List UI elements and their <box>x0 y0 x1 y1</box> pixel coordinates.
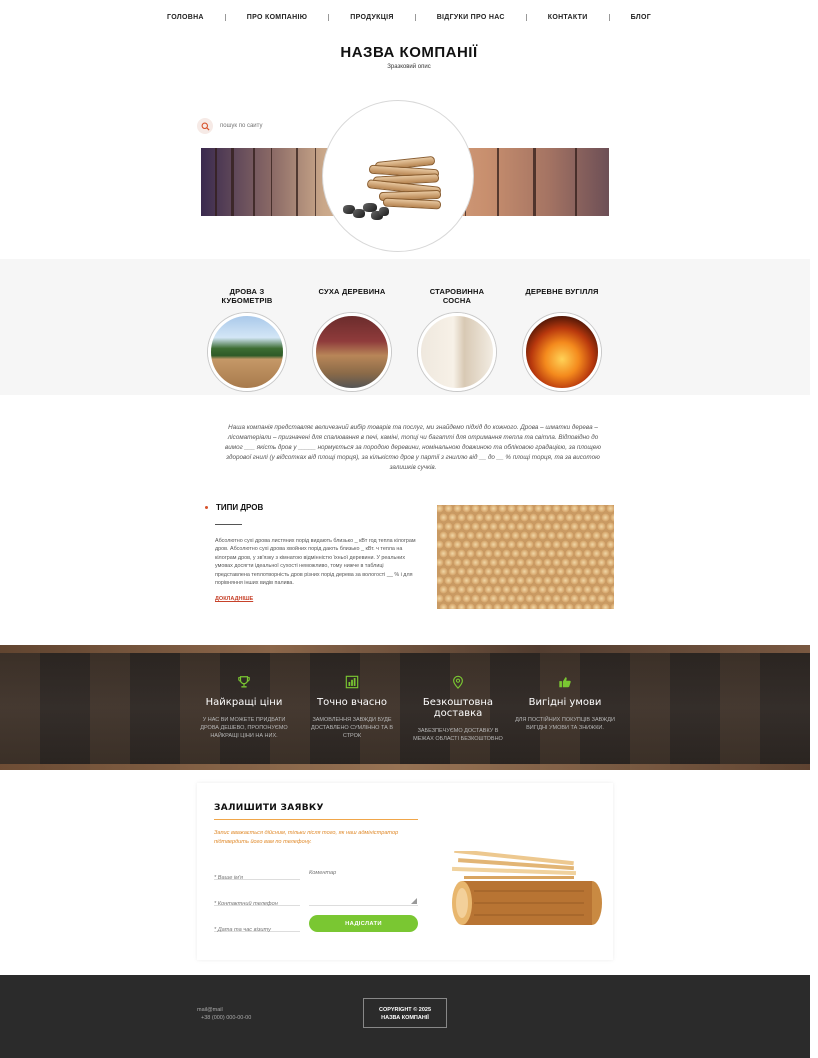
main-nav: ГОЛОВНА ПРО КОМПАНІЮ ПРОДУКЦІЯ ВІДГУКИ П… <box>0 14 818 21</box>
split-log-image <box>451 851 602 925</box>
search-input[interactable] <box>220 123 282 129</box>
copyright-line: COPYRIGHT © 2025 <box>378 1007 432 1013</box>
feature-title: Точно вчасно <box>316 697 388 708</box>
feature-desc: ЗАБЕЗПЕЧУЄМО ДОСТАВКУ В МЕЖАХ ОБЛАСТІ БЕ… <box>413 728 503 742</box>
firewood-types: ТИПИ ДРОВ Абсолютно сухі дрова листяних … <box>205 503 420 605</box>
category-image[interactable] <box>208 313 286 391</box>
features-section: Найкращі ціни У НАС ВИ МОЖЕТЕ ПРИДБАТИ Д… <box>0 645 810 770</box>
category-name[interactable]: СУХА ДЕРЕВИНА <box>312 287 392 313</box>
name-input[interactable] <box>214 871 300 885</box>
nav-item-products[interactable]: ПРОДУКЦІЯ <box>350 14 393 21</box>
feature-item: Точно вчасно ЗАМОВЛЕННЯ ЗАВЖДИ БУДЕ ДОСТ… <box>302 675 402 740</box>
nav-item-blog[interactable]: БЛОГ <box>631 14 651 21</box>
comment-textarea[interactable] <box>309 866 418 905</box>
hero-firewood-image <box>322 100 474 252</box>
copyright-company: НАЗВА КОМПАНІЇ <box>381 1014 429 1021</box>
types-heading-text: ТИПИ ДРОВ <box>216 503 264 512</box>
feature-item: Безкоштовна доставка ЗАБЕЗПЕЧУЄМО ДОСТАВ… <box>408 675 508 743</box>
request-form: ЗАЛИШИТИ ЗАЯВКУ Запис вважається дійсним… <box>197 783 613 960</box>
category-name[interactable]: ДЕРЕВНЕ ВУГІЛЛЯ <box>522 287 602 313</box>
feature-title: Вигідні умови <box>528 697 602 708</box>
nav-divider <box>224 14 226 21</box>
feature-desc: У НАС ВИ МОЖЕТЕ ПРИДБАТИ ДРОВА ДЕШЕВО, П… <box>200 717 288 739</box>
intro-text: Наша компанія представляє величезний виб… <box>225 424 601 471</box>
brand: НАЗВА КОМПАНІЇ Зразковий опис <box>0 44 818 70</box>
category-card[interactable]: ДРОВА З КУБОМЕТРІВ <box>207 287 287 391</box>
footer-email[interactable]: mail@mail <box>197 1007 223 1013</box>
search-icon[interactable] <box>197 118 213 134</box>
bullet-icon <box>205 506 208 509</box>
feature-desc: ДЛЯ ПОСТІЙНИХ ПОКУПЦІВ ЗАВЖДИ ВИГІДНІ УМ… <box>515 717 615 731</box>
company-subtitle: Зразковий опис <box>387 64 431 70</box>
date-field <box>214 918 300 937</box>
category-name[interactable]: ДРОВА З КУБОМЕТРІВ <box>207 287 287 313</box>
category-image[interactable] <box>418 313 496 391</box>
page: ГОЛОВНА ПРО КОМПАНІЮ ПРОДУКЦІЯ ВІДГУКИ П… <box>0 0 818 1058</box>
company-title[interactable]: НАЗВА КОМПАНІЇ <box>0 44 818 61</box>
form-title: ЗАЛИШИТИ ЗАЯВКУ <box>214 803 324 813</box>
phone-field <box>214 892 300 911</box>
feature-item: Вигідні умови ДЛЯ ПОСТІЙНИХ ПОКУПЦІВ ЗАВ… <box>515 675 615 732</box>
phone-input[interactable] <box>214 897 300 911</box>
nav-item-home[interactable]: ГОЛОВНА <box>167 14 204 21</box>
thumbs-up-icon <box>559 677 571 688</box>
location-pin-icon <box>453 675 463 689</box>
category-card[interactable]: ДЕРЕВНЕ ВУГІЛЛЯ <box>522 287 602 391</box>
category-image[interactable] <box>313 313 391 391</box>
category-name[interactable]: СТАРОВИННА СОСНА <box>417 287 497 313</box>
resize-handle-icon[interactable] <box>411 898 417 904</box>
nav-divider <box>414 14 416 21</box>
trophy-icon <box>238 676 250 688</box>
nav-divider <box>328 14 330 21</box>
category-card[interactable]: СУХА ДЕРЕВИНА <box>312 287 392 391</box>
search-box <box>197 117 287 135</box>
category-card[interactable]: СТАРОВИННА СОСНА <box>417 287 497 391</box>
comment-field <box>309 866 418 906</box>
feature-title: Безкоштовна доставка <box>422 697 494 719</box>
types-text: Абсолютно сухі дрова листяних порід вида… <box>215 538 416 587</box>
category-image[interactable] <box>523 313 601 391</box>
nav-item-contacts[interactable]: КОНТАКТИ <box>548 14 588 21</box>
woodpile-image <box>437 505 614 609</box>
form-note: Запис вважається дійсним, тільки після т… <box>214 830 399 845</box>
nav-item-reviews[interactable]: ВІДГУКИ ПРО НАС <box>437 14 505 21</box>
categories-section: ДРОВА З КУБОМЕТРІВ СУХА ДЕРЕВИНА СТАРОВИ… <box>0 259 810 395</box>
footer: mail@mail +38 (000) 000-00-00 COPYRIGHT … <box>0 975 810 1058</box>
chart-icon <box>345 675 359 689</box>
submit-button[interactable]: НАДІСЛАТИ <box>309 915 418 932</box>
nav-divider <box>525 14 527 21</box>
copyright-box: COPYRIGHT © 2025 НАЗВА КОМПАНІЇ <box>363 998 447 1028</box>
feature-item: Найкращі ціни У НАС ВИ МОЖЕТЕ ПРИДБАТИ Д… <box>194 675 294 740</box>
date-input[interactable] <box>214 923 300 937</box>
heading-divider <box>215 524 242 525</box>
nav-item-about[interactable]: ПРО КОМПАНІЮ <box>247 14 307 21</box>
name-field <box>214 866 300 885</box>
footer-phone[interactable]: +38 (000) 000-00-00 <box>201 1015 251 1021</box>
types-heading: ТИПИ ДРОВ <box>205 503 420 512</box>
feature-title: Найкращі ціни <box>205 697 283 708</box>
form-title-underline <box>214 819 418 820</box>
read-more-link[interactable]: ДОКЛАДНІШЕ <box>215 596 253 602</box>
feature-desc: ЗАМОВЛЕННЯ ЗАВЖДИ БУДЕ ДОСТАВЛЕНО СУМЛІН… <box>310 717 394 739</box>
nav-divider <box>608 14 610 21</box>
